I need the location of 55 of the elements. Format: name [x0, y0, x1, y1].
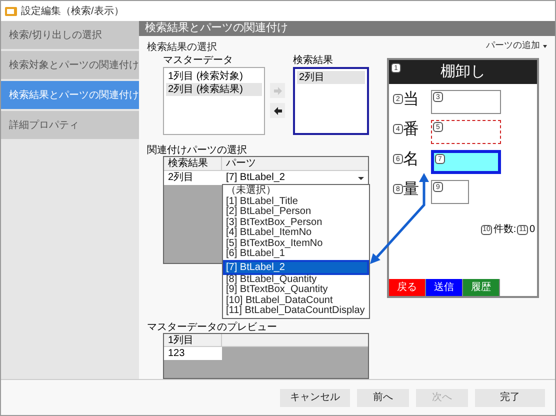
dropdown-option[interactable]: [8] BtLabel_Quantity	[223, 274, 369, 285]
column-header: 検索結果	[164, 157, 222, 170]
form-button[interactable]: 送信	[426, 279, 463, 296]
dropdown-option[interactable]: [5] BtTextBox_ItemNo	[223, 238, 369, 249]
section-title: 検索結果の選択	[147, 40, 218, 53]
master-list[interactable]: 1列目 (検索対象) 2列目 (検索結果)	[163, 67, 265, 135]
sidebar-item[interactable]: 検索/切り出しの選択	[1, 21, 139, 49]
window-title: 設定編集（検索/表示）	[21, 4, 124, 18]
right-arrow-icon	[272, 86, 282, 96]
sidebar-item[interactable]: 検索対象とパーツの関連付け	[1, 51, 139, 79]
dropdown-option[interactable]: [7] BtLabel_2	[223, 260, 369, 274]
dropdown-option[interactable]: （未選択）	[223, 186, 369, 196]
field-label: 当	[403, 90, 419, 110]
caret-icon	[358, 176, 364, 180]
section-title: 関連付けパーツの選択	[147, 144, 248, 156]
count-label: 件数:	[493, 223, 516, 237]
dropdown-option[interactable]: [3] BtTextBox_Person	[223, 218, 369, 228]
form-title: 棚卸し	[440, 62, 486, 82]
parts-combo-box[interactable]: [7] BtLabel_2	[222, 171, 368, 185]
field-label: 番	[403, 120, 419, 140]
dropdown-option[interactable]: [6] BtLabel_1	[223, 249, 369, 260]
app-icon	[5, 6, 17, 16]
dropdown-option[interactable]: [2] BtLabel_Person	[223, 207, 369, 218]
form-button[interactable]: 履歴	[463, 279, 500, 296]
table-cell: 123	[164, 347, 222, 360]
column-header: パーツ	[225, 157, 257, 170]
sidebar-item[interactable]: 詳細プロパティ	[1, 111, 139, 139]
dialog-button[interactable]: 完了	[475, 388, 545, 406]
page-header: 検索結果とパーツの関連付け	[139, 21, 555, 36]
move-left-button[interactable]	[270, 103, 285, 118]
count-value: 0	[529, 223, 535, 237]
caret-icon	[543, 44, 547, 48]
column-header: 1列目	[164, 334, 222, 346]
left-arrow-icon	[272, 106, 282, 116]
dialog-button[interactable]: キャンセル	[280, 388, 350, 406]
list-item[interactable]: 2列目 (検索結果)	[166, 83, 262, 96]
combo-value: [7] BtLabel_2	[226, 171, 285, 184]
dropdown-list[interactable]	[222, 184, 370, 318]
dropdown-option[interactable]: [10] BtLabel_DataCount	[223, 296, 369, 306]
result-list[interactable]: 2列目	[293, 67, 369, 135]
field-label: 量	[403, 180, 419, 200]
form-button[interactable]: 戻る	[389, 279, 426, 296]
list-item[interactable]: 1列目 (検索対象)	[166, 70, 262, 83]
table-cell-text: 2列目	[167, 171, 195, 185]
list-label: 検索結果	[293, 54, 334, 67]
dialog-button[interactable]: 前へ	[357, 388, 409, 406]
field-label: 名	[403, 150, 419, 170]
section-title: マスターデータのプレビュー	[147, 320, 278, 333]
add-parts-button[interactable]: パーツの追加	[484, 40, 549, 52]
dropdown-option[interactable]: [1] BtLabel_Title	[223, 196, 369, 207]
dropdown-option[interactable]: [11] BtLabel_DataCountDisplay	[223, 306, 369, 316]
list-item[interactable]: 2列目	[297, 71, 365, 84]
dropdown-option[interactable]: [9] BtTextBox_Quantity	[223, 285, 369, 296]
dropdown-option[interactable]: [4] BtLabel_ItemNo	[223, 228, 369, 238]
list-label: マスターデータ	[163, 54, 234, 67]
